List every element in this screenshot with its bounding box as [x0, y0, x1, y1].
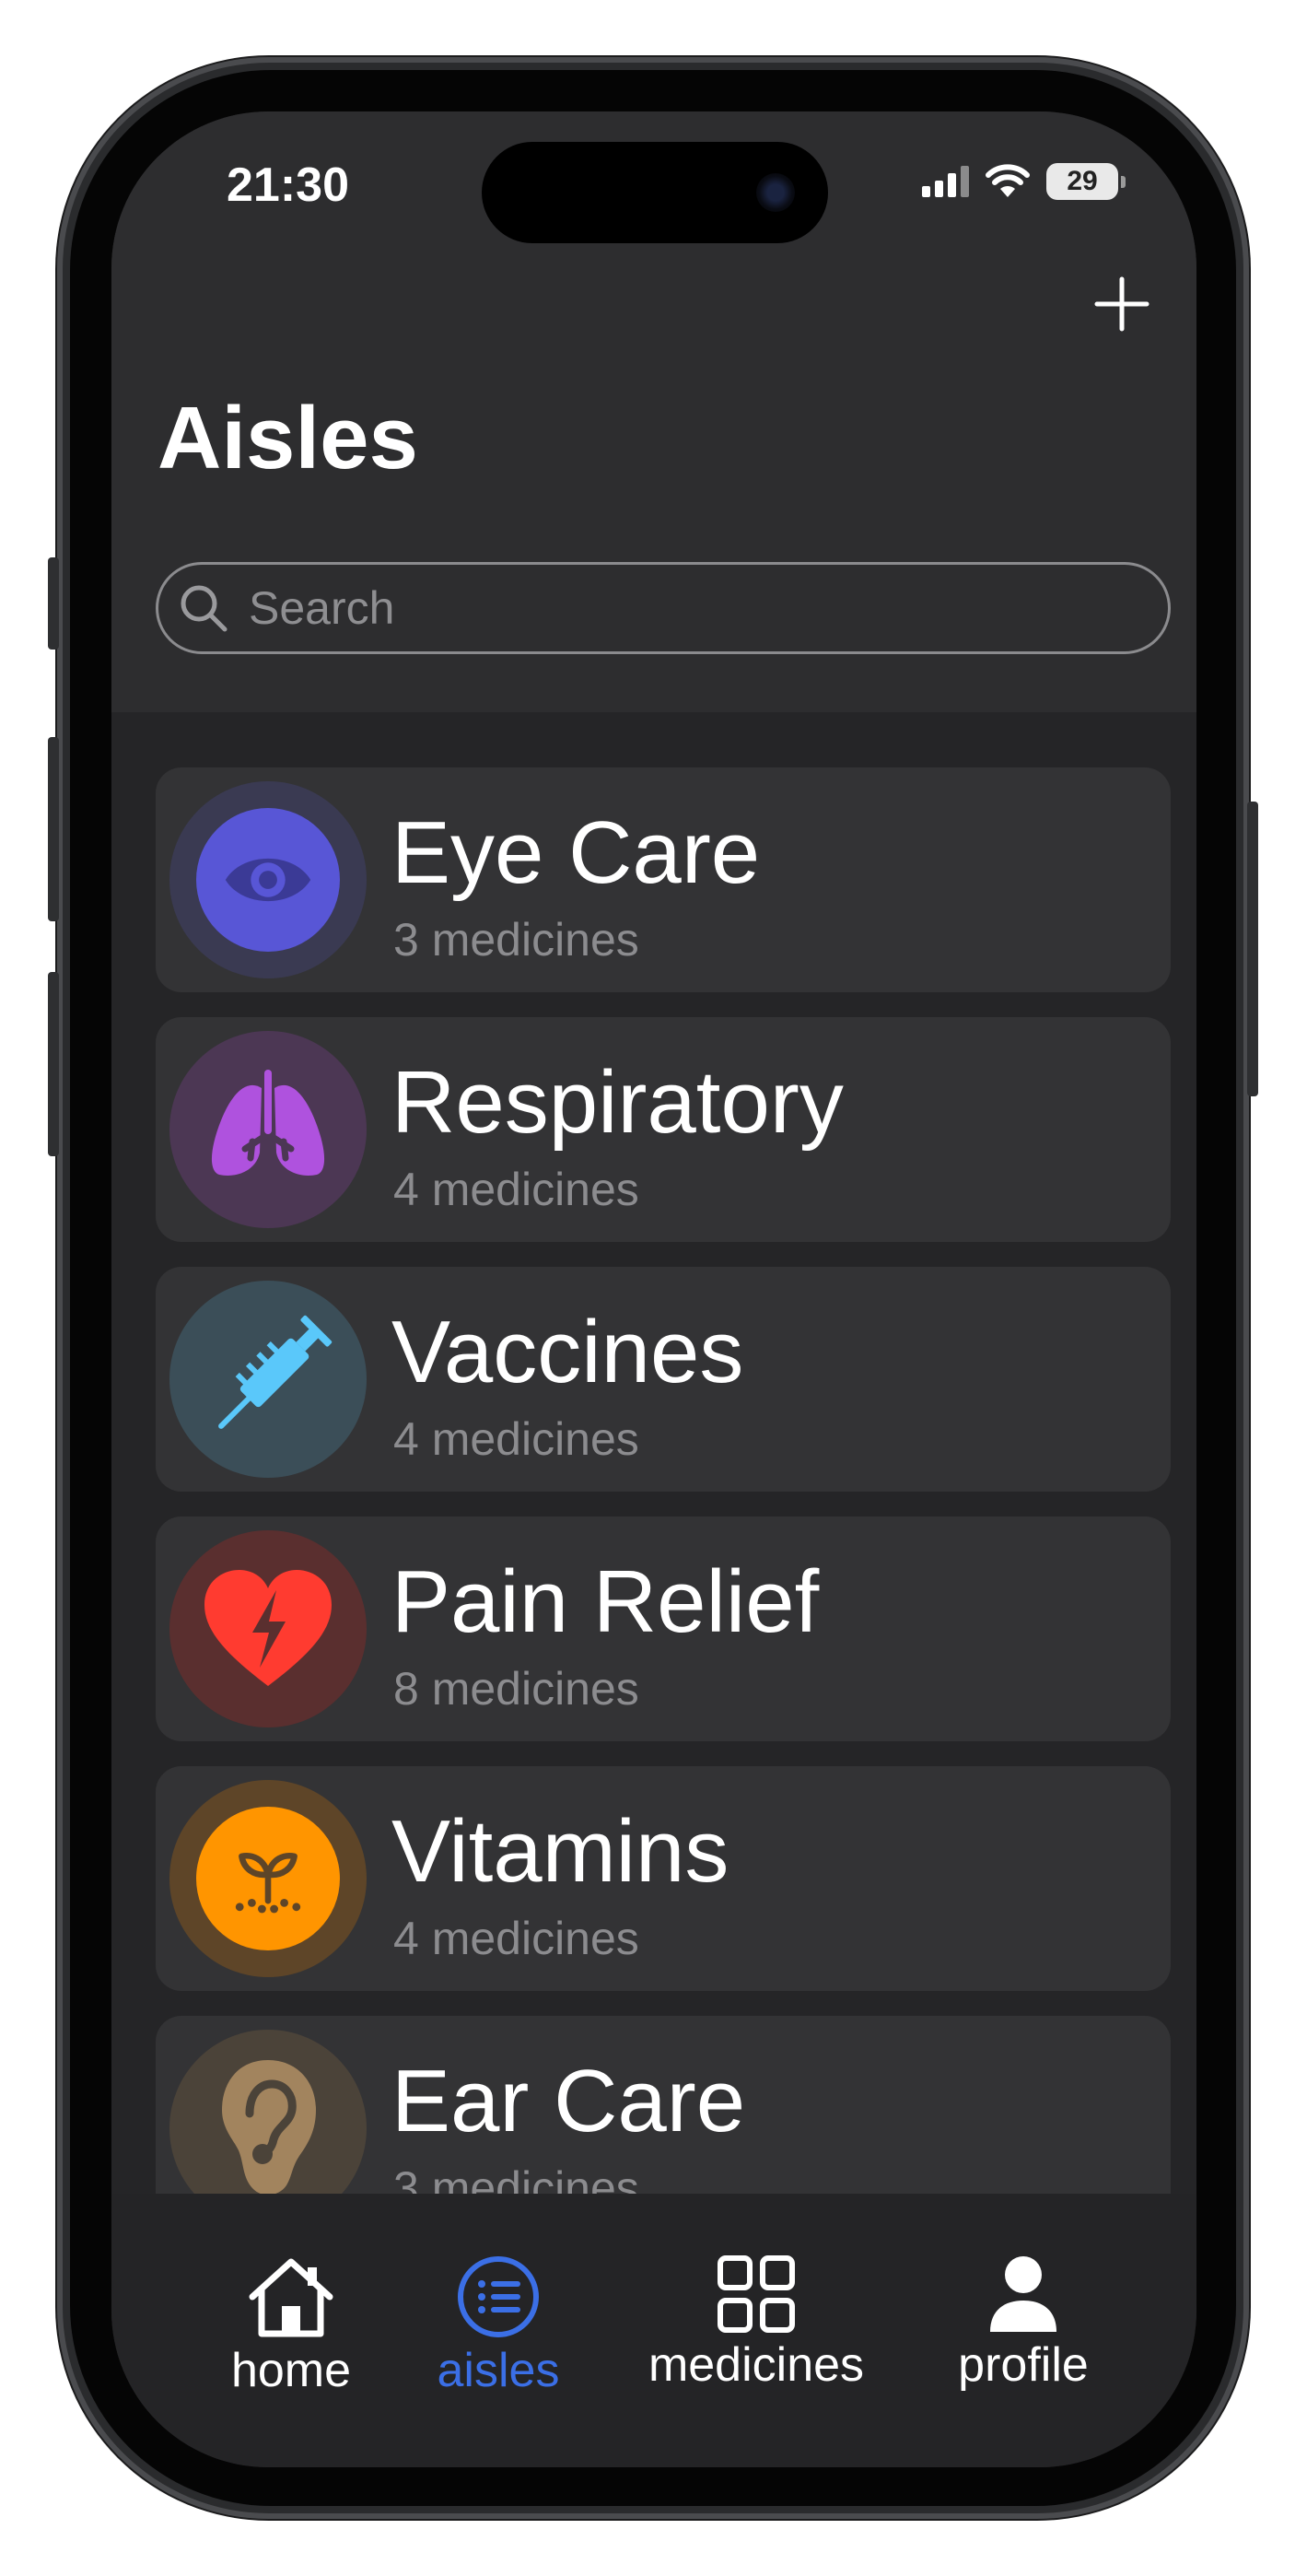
search-icon: [181, 585, 228, 632]
aisle-card-pain-relief[interactable]: Pain Relief 8 medicines: [156, 1516, 1171, 1741]
aisle-card-eye-care[interactable]: Eye Care 3 medicines: [156, 767, 1171, 992]
list-icon: [458, 2256, 539, 2337]
ear-icon: [222, 2060, 316, 2195]
tab-label: profile: [958, 2338, 1089, 2392]
aisle-name: Eye Care: [391, 803, 761, 902]
add-aisle-button[interactable]: [1093, 275, 1150, 333]
house-icon: [249, 2258, 333, 2337]
aisle-card-respiratory[interactable]: Respiratory 4 medicines: [156, 1017, 1171, 1242]
aisle-medicine-count: 3 medicines: [393, 914, 639, 966]
syringe-icon: [218, 1315, 333, 1429]
aisle-name: Vaccines: [391, 1303, 744, 1401]
aisle-name: Respiratory: [391, 1053, 844, 1152]
app-screen: 21:30 29 Aisles Search Eye Care 3 medici…: [111, 111, 1196, 2467]
battery-icon: 29: [1046, 163, 1126, 200]
action-button: [48, 557, 59, 650]
aisle-card-vitamins[interactable]: Vitamins 4 medicines: [156, 1766, 1171, 1991]
volume-down-button: [48, 972, 59, 1156]
cellular-signal-icon: [922, 166, 969, 197]
tab-home[interactable]: home: [217, 2254, 365, 2398]
camera-icon: [756, 173, 795, 212]
tab-medicines[interactable]: medicines: [636, 2254, 876, 2393]
tab-aisles[interactable]: aisles: [425, 2254, 572, 2398]
eye-icon: [225, 858, 311, 902]
tab-label: medicines: [648, 2338, 865, 2392]
volume-up-button: [48, 737, 59, 921]
dynamic-island: [482, 142, 828, 243]
aisle-icon-badge: [169, 1530, 367, 1727]
tab-bar: home aisles medicines profile: [111, 2194, 1196, 2467]
aisle-name: Vitamins: [391, 1802, 729, 1901]
person-icon: [990, 2256, 1056, 2332]
wifi-icon: [986, 164, 1030, 197]
status-indicators: 29: [922, 163, 1126, 200]
search-bar[interactable]: [156, 562, 1171, 654]
aisle-list: Eye Care 3 medicines Respiratory 4 medic…: [156, 767, 1171, 2266]
aisle-icon-badge: [169, 1031, 367, 1228]
aisle-icon-badge: [169, 781, 367, 978]
sprout-icon: [235, 1853, 301, 1914]
page-title: Aisles: [158, 389, 418, 487]
aisle-name: Pain Relief: [391, 1552, 820, 1651]
lungs-icon: [211, 1070, 325, 1176]
tab-label: home: [230, 2344, 352, 2397]
aisle-icon-badge: [169, 1281, 367, 1478]
search-input[interactable]: [249, 581, 1078, 635]
tab-profile[interactable]: profile: [931, 2254, 1115, 2393]
aisle-medicine-count: 4 medicines: [393, 1913, 639, 1964]
status-time: 21:30: [227, 158, 349, 212]
aisle-medicine-count: 8 medicines: [393, 1663, 639, 1715]
tab-label: aisles: [437, 2344, 560, 2397]
battery-level: 29: [1067, 166, 1098, 196]
aisle-name: Ear Care: [391, 2052, 746, 2150]
power-button: [1247, 802, 1258, 1096]
aisle-medicine-count: 4 medicines: [393, 1413, 639, 1465]
aisle-icon-badge: [169, 1780, 367, 1977]
aisle-medicine-count: 4 medicines: [393, 1164, 639, 1215]
aisle-card-vaccines[interactable]: Vaccines 4 medicines: [156, 1267, 1171, 1492]
grid-icon: [718, 2255, 795, 2333]
heart-bolt-icon: [204, 1570, 332, 1686]
